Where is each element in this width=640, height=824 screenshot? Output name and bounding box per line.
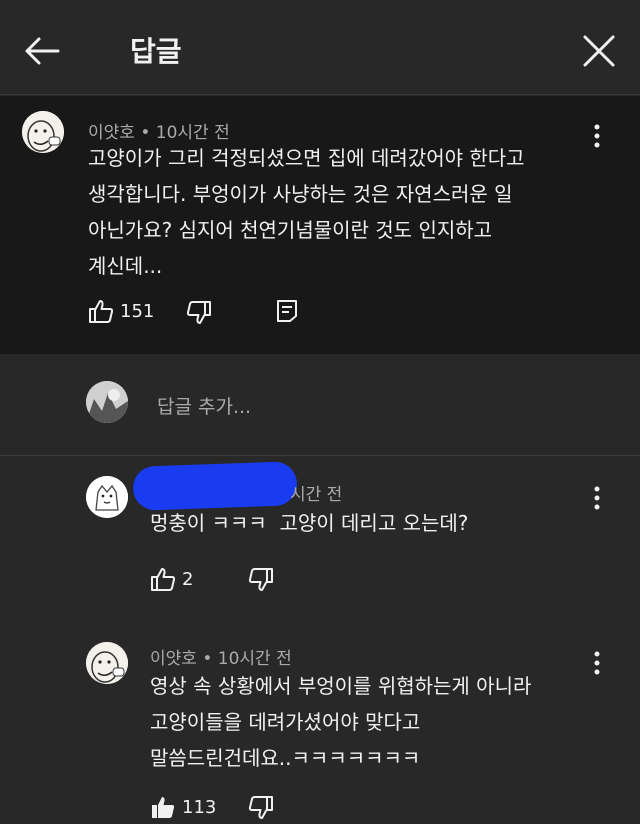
dislike-button[interactable]: [186, 300, 212, 326]
timestamp[interactable]: 시간 전: [290, 485, 342, 505]
comment-text: 고양이가 그리 걱정되셨으면 집에 데려갔어야 한다고 생각합니다. 부엉이가 …: [88, 146, 525, 278]
add-reply-input[interactable]: 답글 추가...: [157, 392, 251, 419]
reply-icon: [277, 300, 297, 322]
header: 답글: [0, 0, 640, 95]
thumbs-down-icon: [186, 301, 211, 324]
like-count: 113: [182, 796, 217, 818]
meta-separator: •: [202, 649, 213, 669]
cartoon-avatar-icon: [86, 476, 128, 518]
avatar[interactable]: [86, 642, 128, 684]
thumbs-up-icon: [89, 300, 114, 323]
comment-text: 멍충이 ㅋㅋㅋ 고양이 데리고 오는데?: [150, 511, 469, 535]
reply-button[interactable]: [276, 299, 298, 323]
thumbs-down-icon: [248, 796, 273, 819]
page-title: 답글: [130, 35, 182, 68]
add-reply-row[interactable]: 답글 추가...: [0, 354, 640, 456]
close-button[interactable]: [578, 30, 620, 72]
parent-comment: 이얏호 • 10시간 전 고양이가 그리 걱정되셨으면 집에 데려갔어야 한다고…: [0, 96, 640, 354]
comment-meta: 이얏호 • 10시간 전: [150, 644, 292, 669]
like-button[interactable]: 151: [88, 298, 154, 324]
cartoon-avatar-icon: [22, 111, 64, 153]
thumbs-down-icon: [248, 568, 273, 591]
comment-text: 영상 속 상황에서 부엉이를 위협하는게 아니라 고양이들을 데려가셨어야 맞다…: [150, 674, 532, 770]
like-button[interactable]: 113: [150, 794, 216, 820]
thumbs-up-icon: [151, 568, 176, 591]
dislike-button[interactable]: [248, 795, 274, 821]
thumbs-up-filled-icon: [152, 797, 175, 818]
avatar[interactable]: [22, 111, 64, 153]
back-arrow-icon: [25, 37, 60, 65]
timestamp[interactable]: 10시간 전: [218, 649, 292, 669]
comment-meta: 시간 전: [290, 480, 342, 505]
like-button[interactable]: 2: [150, 566, 193, 592]
back-button[interactable]: [22, 30, 64, 72]
close-icon: [583, 35, 615, 67]
author-name[interactable]: 이얏호: [150, 649, 197, 669]
user-avatar-icon: [86, 381, 128, 423]
cartoon-avatar-icon: [86, 642, 128, 684]
like-count: 151: [120, 300, 155, 322]
dislike-button[interactable]: [248, 567, 274, 593]
user-avatar[interactable]: [86, 381, 128, 423]
redaction-mark: [132, 461, 298, 511]
like-count: 2: [182, 568, 194, 590]
avatar[interactable]: [86, 476, 128, 518]
